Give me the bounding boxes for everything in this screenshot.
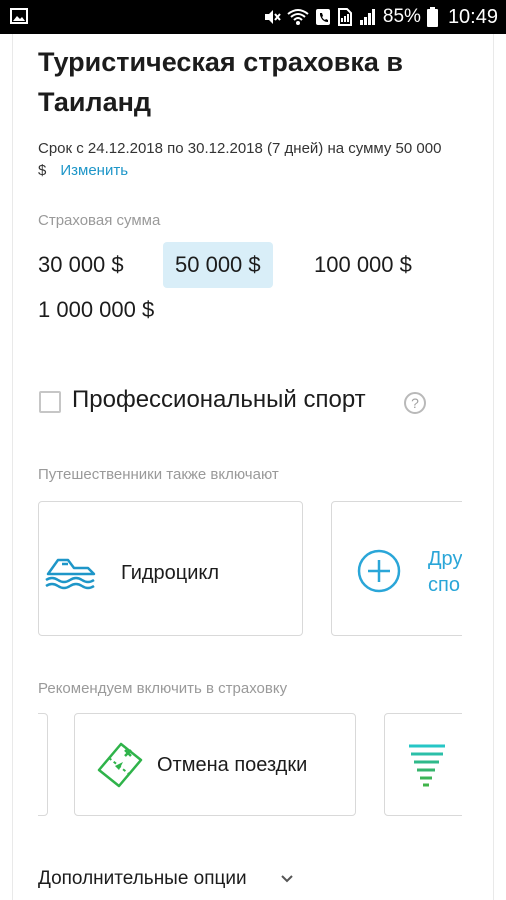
tile-other-sports[interactable]: Дру спо	[331, 501, 462, 636]
signal-icon	[359, 9, 375, 25]
tile-natural-disaster[interactable]	[384, 713, 462, 816]
recommended-tiles-strip: Отмена поездки	[38, 708, 462, 824]
chevron-down-icon[interactable]	[280, 873, 294, 885]
ticket-cancel-icon	[97, 742, 143, 788]
tile-trip-cancel-label: Отмена поездки	[157, 754, 308, 776]
clock: 10:49	[447, 5, 498, 28]
tile-jet-ski[interactable]: Гидроцикл	[38, 501, 303, 636]
wifi-icon	[287, 9, 309, 25]
sum-option-50000-selected[interactable]: 50 000 $	[163, 242, 273, 288]
travelers-tiles-strip: Гидроцикл Дру спо	[38, 496, 462, 642]
mute-icon	[264, 10, 281, 24]
tile-trip-cancel[interactable]: Отмена поездки	[74, 713, 356, 816]
call-icon	[315, 9, 330, 25]
battery-percent: 85%	[382, 6, 421, 27]
status-bar: 85% 10:49	[0, 0, 506, 34]
additional-options-toggle[interactable]: Дополнительные опции	[38, 868, 247, 890]
battery-icon	[426, 7, 438, 27]
page-title: Туристическая страховка в Таиланд	[38, 47, 404, 117]
image-icon	[10, 8, 28, 24]
plus-circle-icon	[357, 549, 401, 593]
sim-icon	[337, 8, 352, 26]
change-link[interactable]: Изменить	[60, 162, 128, 179]
help-icon[interactable]: ?	[404, 392, 426, 414]
pro-sport-label[interactable]: Профессиональный спорт	[72, 386, 366, 414]
sum-option-30000[interactable]: 30 000 $	[38, 242, 124, 288]
sum-option-1000000[interactable]: 1 000 000 $	[38, 287, 154, 333]
jet-ski-icon	[45, 558, 96, 590]
travelers-include-label: Путешественники также включают	[38, 466, 279, 483]
tile-jet-ski-label: Гидроцикл	[121, 562, 220, 584]
insurance-sum-label: Страховая сумма	[38, 212, 161, 229]
period-summary: Срок с 24.12.2018 по 30.12.2018 (7 дней)…	[38, 138, 478, 182]
tile-other-sports-label-1: Дру	[428, 548, 462, 570]
sum-option-100000[interactable]: 100 000 $	[314, 242, 412, 288]
tornado-icon	[409, 744, 445, 787]
pro-sport-checkbox[interactable]	[39, 391, 61, 413]
recommended-label: Рекомендуем включить в страховку	[38, 680, 288, 697]
tile-previous-partial[interactable]	[38, 713, 48, 816]
tile-other-sports-label-2: спо	[428, 574, 460, 596]
